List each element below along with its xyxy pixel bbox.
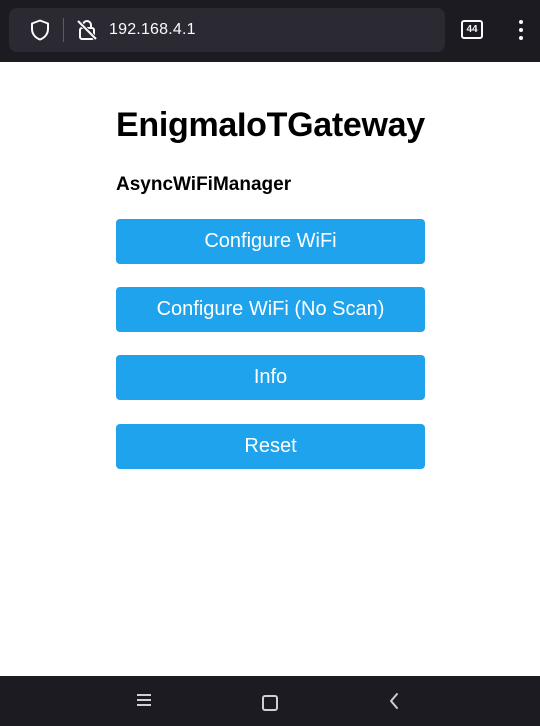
recents-icon[interactable] [137,693,151,707]
system-nav-bar [0,676,540,726]
url-text[interactable]: 192.168.4.1 [109,8,196,52]
info-button[interactable]: Info [116,355,425,400]
reset-button[interactable]: Reset [116,424,425,469]
page-title: EnigmaIoTGateway [116,106,425,144]
configure-wifi-no-scan-button[interactable]: Configure WiFi (No Scan) [116,287,425,332]
page-subtitle: AsyncWiFiManager [116,174,292,195]
insecure-lock-icon[interactable] [75,18,99,42]
tabs-count: 44 [461,20,483,39]
tabs-button[interactable]: 44 [461,20,483,40]
browser-toolbar: 192.168.4.1 44 [0,0,540,62]
address-bar[interactable]: 192.168.4.1 [9,8,445,52]
home-icon[interactable] [262,695,278,711]
back-icon[interactable] [386,692,402,710]
configure-wifi-button[interactable]: Configure WiFi [116,219,425,264]
kebab-menu-icon[interactable] [509,18,533,42]
shield-icon[interactable] [28,18,52,42]
address-bar-divider [63,18,64,42]
screen: 192.168.4.1 44 EnigmaIoTGateway AsyncWiF… [0,0,540,726]
